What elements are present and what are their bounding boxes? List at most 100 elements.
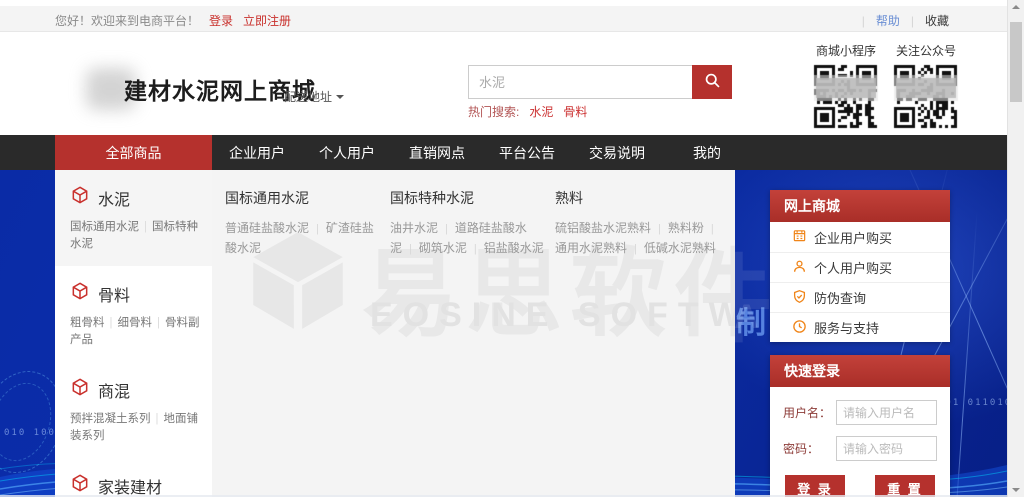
scroll-up-arrow-icon[interactable]	[1012, 5, 1020, 9]
mega-menu-item[interactable]: 硫铝酸盐水泥熟料	[555, 221, 651, 235]
login-link[interactable]: 登录	[209, 14, 233, 28]
hot-search-term[interactable]: 骨料	[563, 105, 587, 119]
category-block[interactable]: 水泥 国标通用水泥|国标特种水泥	[55, 170, 212, 266]
mall-panel-item[interactable]: 防伪查询	[770, 282, 950, 312]
nav-item[interactable]: 交易说明	[572, 135, 662, 170]
nav-all-products[interactable]: 全部商品	[55, 135, 212, 170]
mega-menu-column: 国标特种水泥 油井水泥|道路硅盐酸水泥|砌筑水泥|铝盐酸水泥	[390, 188, 555, 258]
search-input[interactable]	[468, 65, 692, 99]
password-field[interactable]	[836, 436, 937, 461]
category-sub-link[interactable]: 预拌混凝土系列	[70, 413, 151, 425]
scrollbar-thumb[interactable]	[1010, 22, 1022, 102]
mega-menu-items: 油井水泥|道路硅盐酸水泥|砌筑水泥|铝盐酸水泥	[390, 218, 550, 258]
qr-code-image	[812, 63, 880, 131]
topbar-welcome-group: 您好！欢迎来到电商平台！ 登录立即注册	[55, 12, 291, 29]
category-subs: 国标通用水泥|国标特种水泥	[70, 219, 204, 253]
nav-item[interactable]: 个人用户	[302, 135, 392, 170]
scrollbar[interactable]	[1007, 0, 1024, 497]
nav-item[interactable]: 直销网点	[392, 135, 482, 170]
shield-icon	[792, 289, 807, 307]
quick-login-panel: 快速登录 用户名： 密码： 登 录 重 置	[770, 355, 950, 497]
register-link[interactable]: 立即注册	[243, 14, 291, 28]
mega-menu-column-title[interactable]: 熟料	[555, 188, 730, 208]
divider: |	[474, 243, 477, 255]
category-sub-link[interactable]: 细骨料	[118, 317, 153, 329]
help-link[interactable]: 帮助	[876, 14, 900, 28]
qr-code: 商城小程序	[810, 42, 882, 131]
mall-panel-item[interactable]: 服务与支持	[770, 312, 950, 342]
mega-menu-column: 国标通用水泥 普通硅盐酸水泥|矿渣硅盐酸水泥	[225, 188, 390, 258]
mega-menu-column-title[interactable]: 国标通用水泥	[225, 188, 385, 208]
divider: |	[316, 223, 319, 235]
divider: |	[862, 14, 865, 28]
mega-menu-item[interactable]: 通用水泥熟料	[555, 241, 627, 255]
quick-login-title: 快速登录	[770, 355, 950, 387]
divider: |	[110, 317, 113, 329]
search-button[interactable]	[692, 65, 732, 99]
category-title[interactable]: 水泥	[70, 185, 204, 210]
mall-panel-item-label: 防伪查询	[814, 288, 866, 307]
mega-menu-item[interactable]: 油井水泥	[390, 221, 438, 235]
nav-item[interactable]: 企业用户	[212, 135, 302, 170]
category-block[interactable]: 商混 预拌混凝土系列|地面铺装系列	[55, 362, 212, 458]
mega-menu-item[interactable]: 砌筑水泥	[419, 241, 467, 255]
mall-panel-item[interactable]: 个人用户购买	[770, 252, 950, 282]
mega-menu-item[interactable]: 普通硅盐酸水泥	[225, 221, 309, 235]
category-cube-icon	[70, 377, 90, 402]
favorite-link[interactable]: 收藏	[925, 14, 949, 28]
qr-code-label: 关注公众号	[890, 42, 962, 59]
search-icon	[704, 72, 721, 92]
qr-code-group: 商城小程序关注公众号	[810, 42, 962, 131]
reset-button[interactable]: 重 置	[875, 475, 935, 497]
category-title[interactable]: 商混	[70, 377, 204, 402]
login-button[interactable]: 登 录	[785, 475, 845, 497]
storefront-page: 您好！欢迎来到电商平台！登录立即注册 |帮助|收藏 建材水泥网上商城 配送地址 …	[0, 0, 1024, 497]
mall-panel-item[interactable]: 企业用户购买	[770, 222, 950, 252]
mall-panel-item-label: 个人用户购买	[814, 258, 892, 277]
divider: |	[157, 317, 160, 329]
category-cube-icon	[70, 185, 90, 210]
category-block[interactable]: 家装建材 水泥|新材料	[55, 458, 212, 497]
chevron-down-icon	[336, 95, 344, 103]
divider: |	[445, 223, 448, 235]
mega-menu-column-title[interactable]: 国标特种水泥	[390, 188, 550, 208]
mall-panel-item-label: 服务与支持	[814, 318, 879, 337]
hot-search-term[interactable]: 水泥	[529, 105, 553, 119]
password-row: 密码：	[783, 436, 937, 461]
divider: |	[409, 243, 412, 255]
category-subs: 粗骨料|细骨料|骨料副产品	[70, 315, 204, 349]
category-title[interactable]: 骨料	[70, 281, 204, 306]
hot-search-label: 热门搜索:	[468, 105, 519, 119]
category-title[interactable]: 家装建材	[70, 473, 204, 497]
divider: |	[911, 14, 914, 28]
category-block[interactable]: 骨料 粗骨料|细骨料|骨料副产品	[55, 266, 212, 362]
category-sub-link[interactable]: 粗骨料	[70, 317, 105, 329]
divider: |	[156, 413, 159, 425]
qr-code-label: 商城小程序	[810, 42, 882, 59]
welcome-text: 您好！欢迎来到电商平台！	[55, 14, 199, 28]
hot-search: 热门搜索: 水泥骨料	[468, 103, 587, 120]
category-sidebar: 水泥 国标通用水泥|国标特种水泥 骨料 粗骨料|细骨料|骨料副产品 商混 预拌混…	[55, 170, 212, 497]
main-nav: 全部商品 企业用户个人用户直销网点平台公告交易说明我的	[0, 135, 1007, 170]
mall-panel-item-label: 企业用户购买	[814, 228, 892, 247]
quick-login-body: 用户名： 密码： 登 录 重 置	[770, 387, 950, 497]
username-field[interactable]	[836, 400, 937, 425]
nav-item[interactable]: 平台公告	[482, 135, 572, 170]
mall-panel-list: 企业用户购买 个人用户购买 防伪查询 服务与支持	[770, 222, 950, 342]
mega-menu-item[interactable]: 熟料粉	[668, 221, 704, 235]
mega-menu-item[interactable]: 铝盐酸水泥	[484, 241, 544, 255]
mega-menu-items: 硫铝酸盐水泥熟料|熟料粉|通用水泥熟料|低碱水泥熟料	[555, 218, 730, 258]
delivery-address-selector[interactable]: 配送地址	[284, 88, 344, 105]
category-sub-link[interactable]: 国标通用水泥	[70, 221, 139, 233]
mega-menu-panel: 易思软件 EOSINE SOFTWARE 国标通用水泥 普通硅盐酸水泥|矿渣硅盐…	[212, 170, 735, 497]
mall-panel-title: 网上商城	[770, 190, 950, 222]
nav-item[interactable]: 我的	[662, 135, 752, 170]
scroll-down-arrow-icon[interactable]	[1012, 488, 1020, 492]
mega-menu-columns: 国标通用水泥 普通硅盐酸水泥|矿渣硅盐酸水泥国标特种水泥 油井水泥|道路硅盐酸水…	[225, 188, 735, 258]
divider: |	[711, 223, 714, 235]
mega-menu-item[interactable]: 低碱水泥熟料	[644, 241, 716, 255]
login-buttons: 登 录 重 置	[783, 472, 937, 497]
divider: |	[658, 223, 661, 235]
mega-menu-column: 熟料 硫铝酸盐水泥熟料|熟料粉|通用水泥熟料|低碱水泥熟料	[555, 188, 735, 258]
clock-icon	[792, 319, 807, 337]
